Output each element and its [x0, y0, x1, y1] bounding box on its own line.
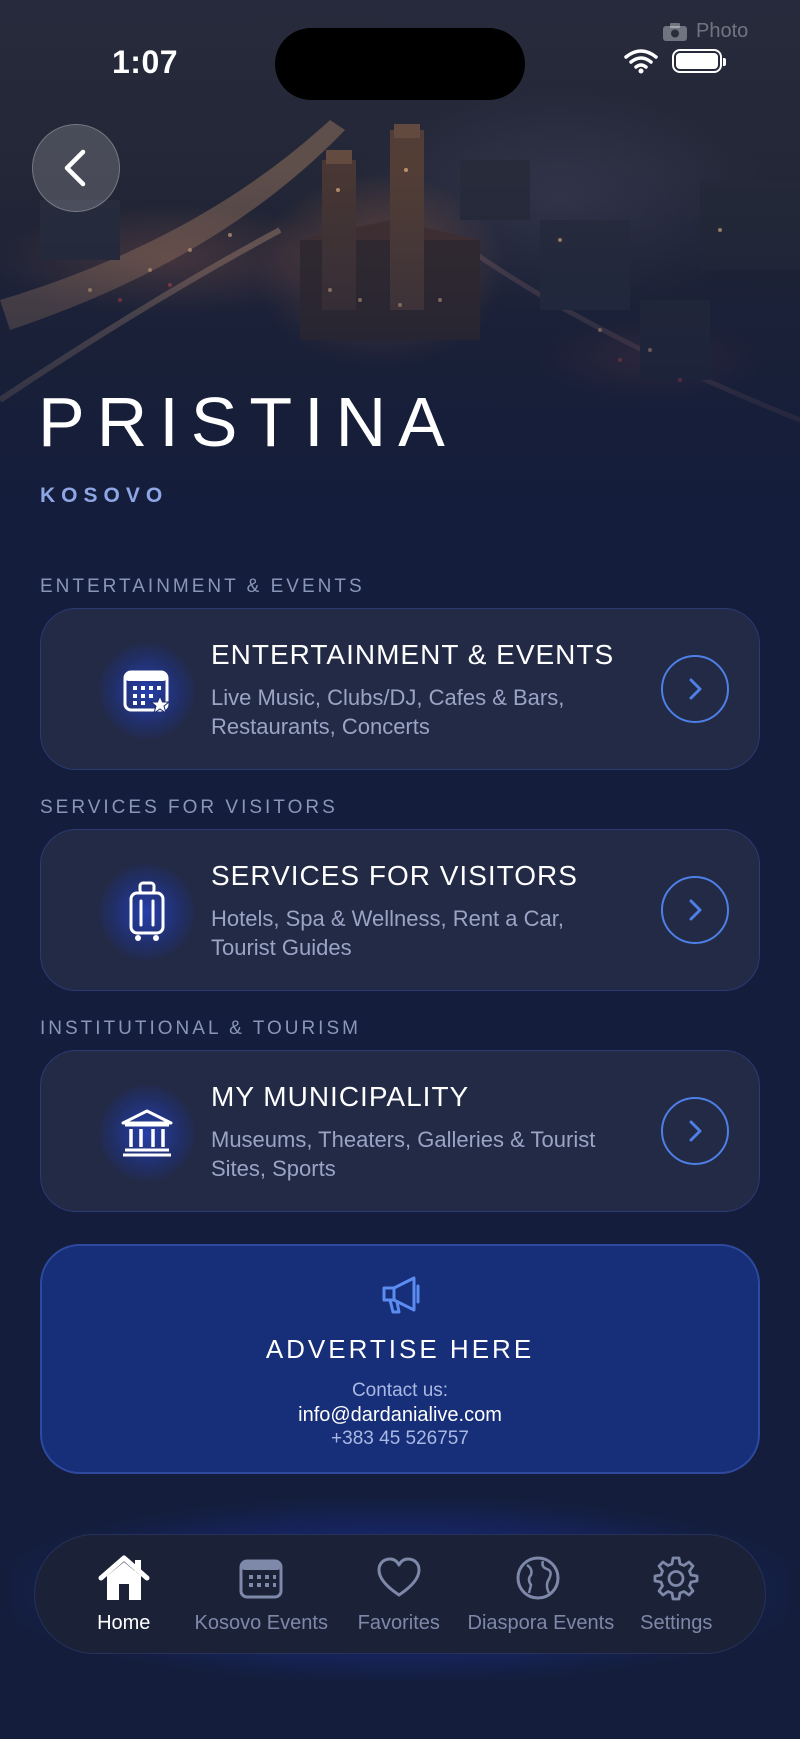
gear-icon — [653, 1556, 699, 1600]
status-icons — [624, 48, 726, 74]
card-description: Museums, Theaters, Galleries & Tourist S… — [211, 1127, 596, 1181]
card-title: SERVICES FOR VISITORS — [211, 860, 578, 891]
tab-settings[interactable]: Settings — [608, 1554, 746, 1635]
dynamic-island — [275, 28, 525, 100]
card-icon-container — [99, 864, 195, 960]
card-title: MY MUNICIPALITY — [211, 1081, 470, 1112]
chevron-right-icon — [689, 1120, 702, 1142]
calendar-star-icon — [123, 670, 171, 714]
chevron-right-icon — [689, 678, 702, 700]
tab-label: Home — [97, 1611, 151, 1634]
ad-contact-label: Contact us: — [351, 1380, 449, 1401]
card-icon-container — [99, 1085, 195, 1181]
tab-favorites[interactable]: Favorites — [330, 1554, 468, 1635]
ad-phone-link[interactable]: +383 45 526757 — [42, 1428, 758, 1450]
calendar-icon — [239, 1559, 283, 1598]
tab-bar: Home Kosovo Events Favorites Diaspora Ev… — [34, 1534, 766, 1654]
tab-label: Settings — [640, 1611, 713, 1634]
advertise-banner[interactable]: ADVERTISE HERE Contact us: info@dardania… — [40, 1244, 760, 1474]
globe-icon — [516, 1556, 559, 1599]
card-title: ENTERTAINMENT & EVENTS — [211, 639, 615, 670]
tab-diaspora-events[interactable]: Diaspora Events — [467, 1554, 615, 1635]
section-label-institutional: INSTITUTIONAL & TOURISM — [40, 1018, 361, 1039]
tab-kosovo-events[interactable]: Kosovo Events — [193, 1554, 331, 1635]
tab-label: Diaspora Events — [467, 1611, 615, 1634]
card-icon-container — [99, 643, 195, 739]
status-time: 1:07 — [112, 44, 179, 80]
back-button[interactable] — [32, 124, 120, 212]
luggage-icon — [129, 881, 165, 941]
tab-label: Kosovo Events — [194, 1611, 328, 1634]
chevron-left-icon — [64, 149, 86, 187]
megaphone-icon — [382, 1276, 420, 1314]
heart-icon — [377, 1557, 421, 1596]
ad-email-link[interactable]: info@dardanialive.com — [42, 1404, 758, 1427]
chevron-right-icon — [689, 899, 702, 921]
country-label: KOSOVO — [40, 484, 169, 507]
section-label-entertainment: ENTERTAINMENT & EVENTS — [40, 576, 365, 597]
photo-label-text: Photo — [696, 20, 749, 42]
card-description: Live Music, Clubs/DJ, Cafes & Bars, Rest… — [211, 685, 565, 739]
wifi-icon — [624, 49, 658, 74]
card-description: Hotels, Spa & Wellness, Rent a Car, Tour… — [211, 906, 564, 960]
card-arrow-button[interactable] — [661, 876, 729, 944]
card-arrow-button[interactable] — [661, 1097, 729, 1165]
home-icon — [98, 1555, 150, 1600]
city-title: PRISTINA — [38, 383, 457, 461]
ad-title: ADVERTISE HERE — [265, 1334, 535, 1364]
tab-home[interactable]: Home — [55, 1554, 193, 1635]
card-services-for-visitors[interactable]: SERVICES FOR VISITORS Hotels, Spa & Well… — [40, 829, 760, 991]
card-my-municipality[interactable]: MY MUNICIPALITY Museums, Theaters, Galle… — [40, 1050, 760, 1212]
card-entertainment-events[interactable]: ENTERTAINMENT & EVENTS Live Music, Clubs… — [40, 608, 760, 770]
tab-label: Favorites — [357, 1611, 440, 1634]
museum-icon — [121, 1109, 173, 1157]
card-arrow-button[interactable] — [661, 655, 729, 723]
camera-icon — [663, 22, 687, 41]
section-label-services: SERVICES FOR VISITORS — [40, 797, 338, 818]
battery-icon — [672, 49, 726, 73]
photo-label: Photo — [662, 20, 748, 43]
